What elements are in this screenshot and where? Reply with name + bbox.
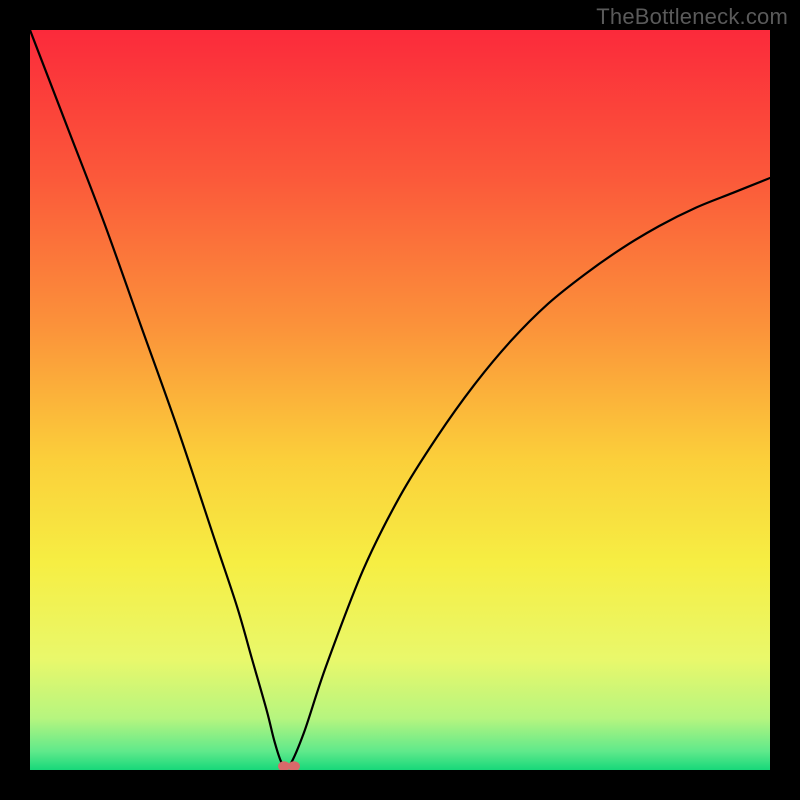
watermark-text: TheBottleneck.com [596,4,788,30]
bottleneck-chart [30,30,770,770]
chart-frame [30,30,770,770]
chart-background [30,30,770,770]
